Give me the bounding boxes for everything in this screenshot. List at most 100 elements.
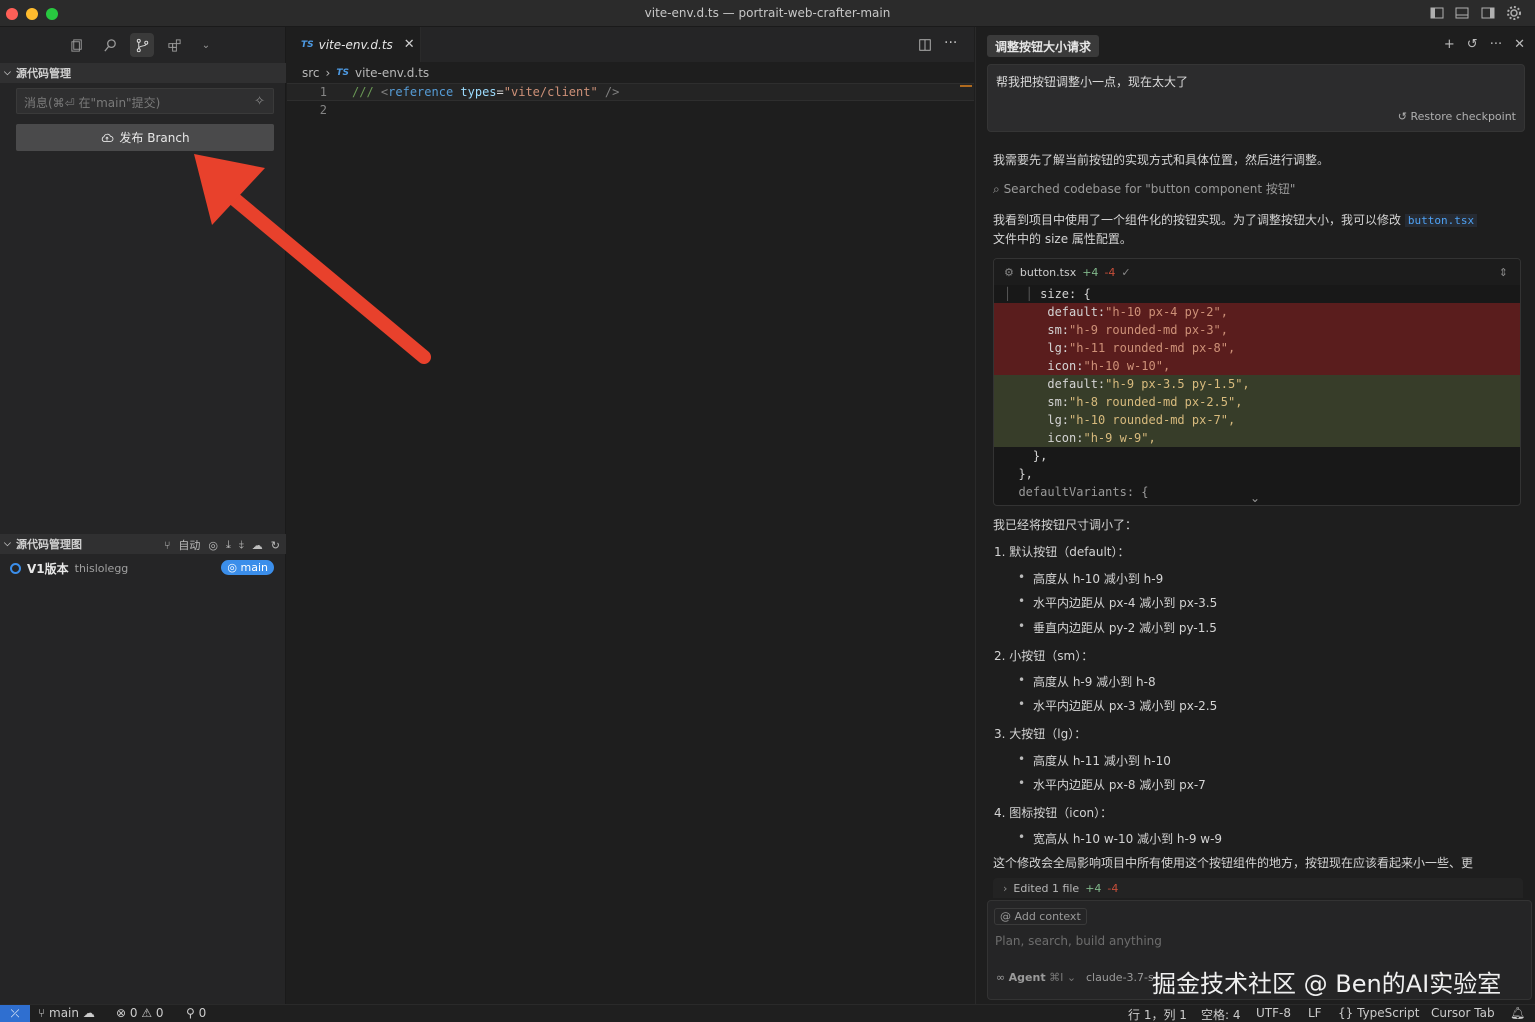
line-number: 2: [319, 103, 327, 117]
source-control-icon[interactable]: [130, 33, 154, 57]
chevron-down-icon[interactable]: ⌄: [194, 33, 218, 57]
composer-input[interactable]: Plan, search, build anything: [995, 934, 1162, 948]
branch-badge: ◎ main: [221, 560, 274, 575]
list-group-title: 1. 默认按钮（default）：: [994, 545, 1130, 559]
search-icon: ⌕: [993, 182, 1000, 196]
diff-added-line: default: "h-9 px-3.5 py-1.5",: [994, 375, 1520, 393]
expand-icon[interactable]: ⇕: [1499, 266, 1508, 279]
pull-icon[interactable]: ⤈: [239, 538, 244, 552]
line-number: 1: [319, 85, 327, 99]
diff-line: },: [1018, 467, 1033, 481]
commit-message-input[interactable]: 消息(⌘⏎ 在"main"提交) ✧: [16, 88, 274, 114]
history-icon[interactable]: ↺: [1467, 37, 1478, 52]
search-icon[interactable]: [98, 33, 122, 57]
toggle-secondary-sidebar-icon[interactable]: [1480, 5, 1496, 21]
minimap-marker: [960, 85, 972, 87]
ports-status[interactable]: ⚲ 0: [186, 1006, 206, 1020]
model-selector[interactable]: claude-3.7-s: [1086, 971, 1154, 984]
list-item: 水平内边距从 px-4 减小到 px-3.5: [1018, 594, 1217, 611]
gear-small-icon: ⚙: [1004, 265, 1014, 279]
code-text: /// <reference types="vite/client" />: [352, 85, 620, 99]
scm-section-header[interactable]: ⌵ 源代码管理: [0, 63, 286, 83]
split-editor-icon[interactable]: [918, 38, 932, 52]
window-title: vite-env.d.ts — portrait-web-crafter-mai…: [644, 6, 891, 20]
searched-codebase-line[interactable]: ⌕ Searched codebase for "button componen…: [993, 180, 1523, 199]
cursor-tab-status[interactable]: Cursor Tab: [1431, 1006, 1495, 1020]
code-line[interactable]: 2: [287, 101, 974, 119]
auto-toggle[interactable]: 自动: [178, 537, 200, 553]
target-icon[interactable]: ◎: [208, 539, 218, 552]
commit-title: V1版本: [27, 561, 69, 576]
list-group-title: 4. 图标按钮（icon）：: [994, 806, 1113, 820]
line-ending[interactable]: LF: [1308, 1006, 1322, 1020]
edited-files-bar[interactable]: › Edited 1 file +4 -4: [993, 878, 1523, 898]
list-item: 水平内边距从 px-8 减小到 px-7: [1018, 776, 1206, 793]
diff-added-line: lg: "h-10 rounded-md px-7",: [994, 411, 1520, 429]
close-icon[interactable]: ✕: [1514, 37, 1525, 52]
sparkle-icon[interactable]: ✧: [254, 94, 265, 109]
chat-toolbar: + ↺ ··· ✕: [1444, 37, 1525, 52]
chevron-down-icon: ⌵: [4, 539, 11, 549]
list-item: 高度从 h-9 减小到 h-8: [1018, 673, 1156, 690]
list-item: 高度从 h-11 减小到 h-10: [1018, 752, 1171, 769]
cursor-position[interactable]: 行 1，列 1: [1128, 1006, 1187, 1022]
diff-removed-line: icon: "h-10 w-10",: [994, 357, 1520, 375]
diff-filename: button.tsx: [1019, 265, 1077, 279]
problems-status[interactable]: ⊗ 0 ⚠ 0: [116, 1006, 164, 1020]
commit-author: thislolegg: [74, 561, 129, 575]
list-group-title: 3. 大按钮（lg）：: [994, 727, 1087, 741]
publish-branch-button[interactable]: 发布 Branch: [16, 124, 274, 151]
push-cloud-icon[interactable]: ☁: [252, 539, 263, 552]
watermark: 掘金技术社区 @ Ben的AI实验室: [1152, 970, 1502, 998]
list-item: 水平内边距从 px-3 减小到 px-2.5: [1018, 697, 1217, 714]
chevron-right-icon: ›: [1003, 881, 1008, 895]
agent-mode-selector[interactable]: ∞ Agent ⌘I ⌄: [996, 971, 1076, 984]
cloud-upload-icon: [102, 133, 114, 142]
user-message[interactable]: 帮我把按钮调整小一点，现在太大了 ↺ Restore checkpoint: [987, 64, 1525, 132]
more-icon[interactable]: ···: [1490, 37, 1502, 52]
assistant-paragraph: 我看到项目中使用了一个组件化的按钮实现。为了调整按钮大小，我可以修改 butto…: [993, 211, 1523, 249]
language-mode[interactable]: {} TypeScript: [1338, 1006, 1419, 1020]
code-line[interactable]: 1 /// <reference types="vite/client" />: [287, 83, 974, 101]
gear-icon[interactable]: [1506, 5, 1522, 21]
diff-removed-line: lg: "h-11 rounded-md px-8",: [994, 339, 1520, 357]
list-item: 垂直内边距从 py-2 减小到 py-1.5: [1018, 619, 1217, 636]
toggle-panel-icon[interactable]: [1454, 5, 1470, 21]
branch-icon[interactable]: ⑂: [164, 539, 171, 552]
chevron-down-icon[interactable]: ⌄: [1250, 491, 1260, 505]
breadcrumb-file[interactable]: vite-env.d.ts: [355, 66, 429, 80]
add-context-button[interactable]: @ Add context: [994, 908, 1087, 925]
scm-graph-header[interactable]: ⌵ 源代码管理图 ⑂ 自动 ◎ ⤓ ⤈ ☁ ↻: [0, 534, 286, 554]
indentation[interactable]: 空格: 4: [1201, 1006, 1241, 1022]
diff-line: },: [1032, 449, 1048, 463]
encoding[interactable]: UTF-8: [1256, 1006, 1291, 1020]
graph-commit-row[interactable]: V1版本 thislolegg ◎ main: [0, 557, 286, 579]
chat-tab[interactable]: 调整按钮大小请求: [987, 35, 1100, 57]
close-icon[interactable]: ✕: [404, 37, 415, 52]
refresh-icon[interactable]: ↻: [271, 539, 280, 552]
tab-label: vite-env.d.ts: [318, 37, 393, 52]
check-icon: ✓: [1121, 265, 1131, 279]
graph-toolbar: ⑂ 自动 ◎ ⤓ ⤈ ☁ ↻: [164, 537, 280, 553]
list-item: 高度从 h-10 减小到 h-9: [1018, 570, 1163, 587]
code-diff-block: ⚙ button.tsx +4 -4 ✓ ⇕ │ │ size: { defau…: [993, 258, 1521, 506]
extensions-icon[interactable]: [162, 33, 186, 57]
fetch-icon[interactable]: ⤓: [226, 538, 231, 552]
inline-code[interactable]: button.tsx: [1404, 214, 1478, 227]
bell-icon[interactable]: 🔔︎: [1510, 1006, 1525, 1020]
toggle-primary-sidebar-icon[interactable]: [1429, 5, 1445, 21]
tab-vite-env[interactable]: TS vite-env.d.ts ✕: [287, 27, 421, 62]
explorer-icon[interactable]: [65, 33, 89, 57]
restore-checkpoint-button[interactable]: ↺ Restore checkpoint: [1398, 110, 1516, 123]
diff-header[interactable]: ⚙ button.tsx +4 -4 ✓ ⇕: [994, 259, 1520, 285]
diff-removed-line: sm: "h-9 rounded-md px-3",: [994, 321, 1520, 339]
plus-icon[interactable]: +: [1444, 37, 1455, 52]
branch-status[interactable]: ⑂ main ☁: [38, 1006, 95, 1020]
more-actions-icon[interactable]: ···: [944, 35, 957, 51]
commit-node-icon: [10, 562, 21, 574]
diff-added-line: sm: "h-8 rounded-md px-2.5",: [994, 393, 1520, 411]
source-control-sidebar: ⌄ ⌵ 源代码管理 消息(⌘⏎ 在"main"提交) ✧ 发布 Branch ⌵…: [0, 27, 286, 1004]
breadcrumb-folder[interactable]: src: [302, 66, 320, 80]
typescript-file-icon: TS: [336, 68, 349, 78]
remote-indicator-icon[interactable]: ⤫: [0, 1005, 30, 1022]
